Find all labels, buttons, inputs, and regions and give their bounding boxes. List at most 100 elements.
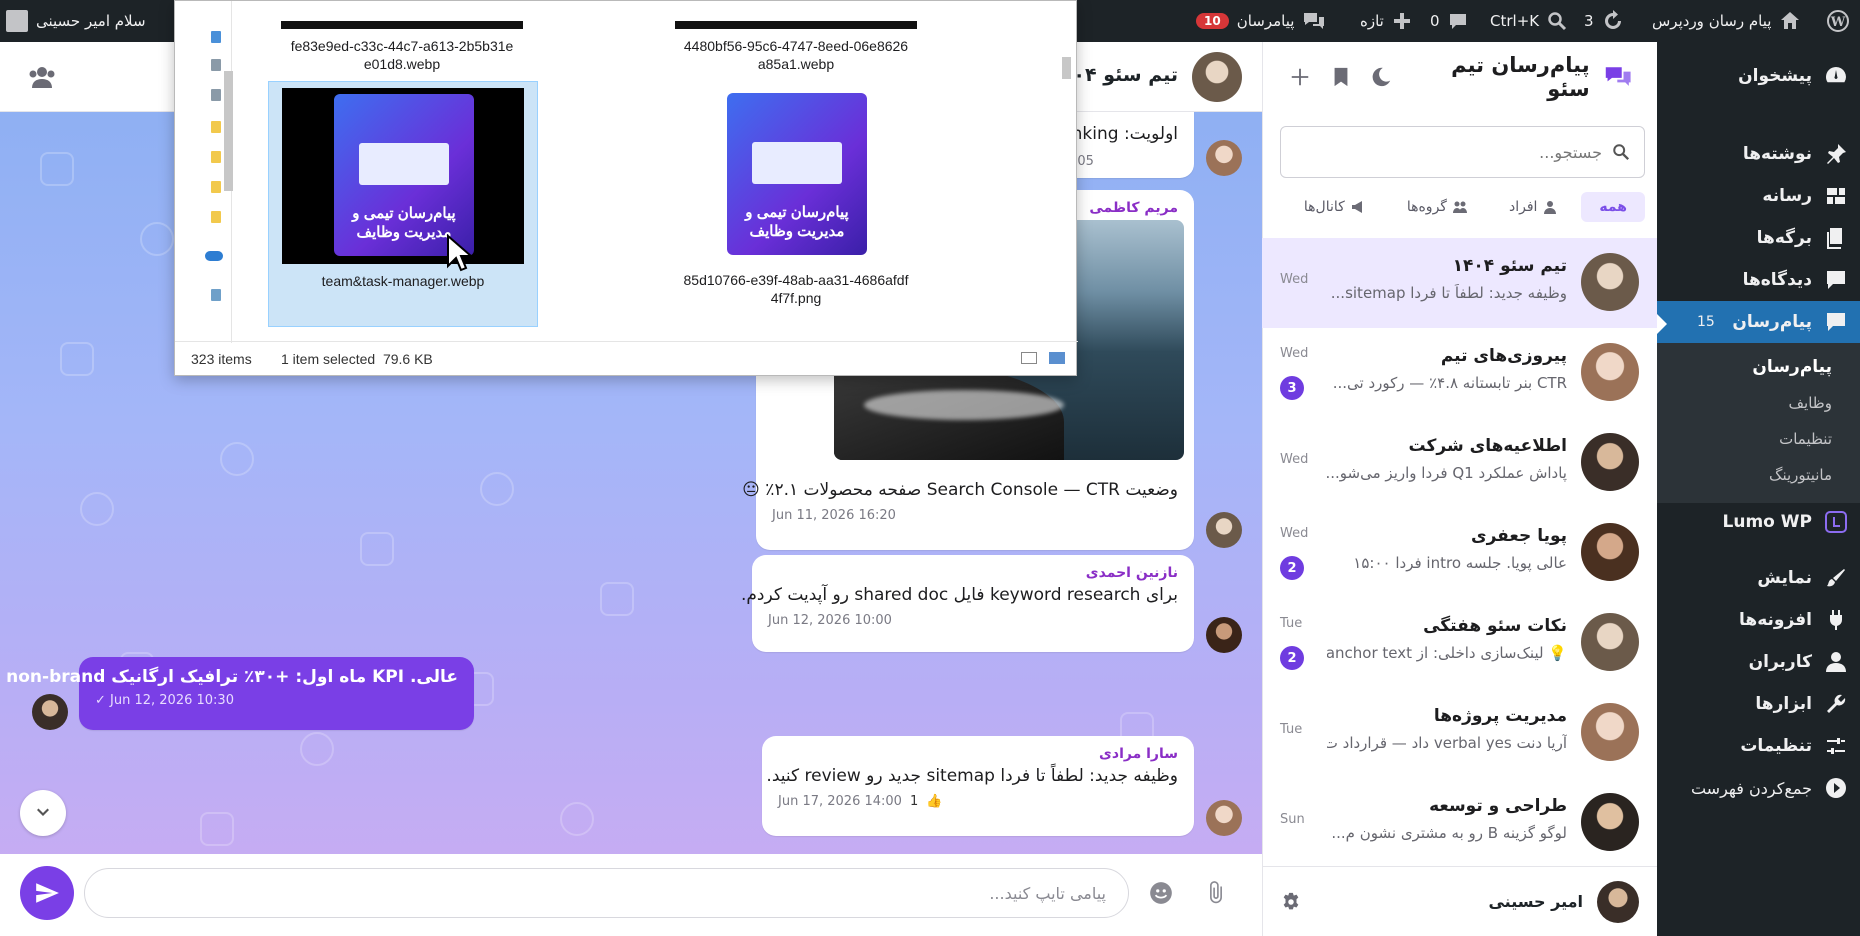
pin-icon [1827, 144, 1846, 164]
new-chat-button[interactable] [1287, 62, 1314, 92]
messenger-bar-item[interactable]: 10 پیامرسان [1196, 0, 1326, 42]
files-scrollbar[interactable] [1060, 23, 1074, 343]
file-thumbnail-partial [281, 21, 523, 29]
product-box-image: پیام‌رسان تیمی و مدیریت وظایف [334, 94, 474, 256]
gear-icon[interactable] [1280, 891, 1302, 913]
menu-tools[interactable]: ابزارها [1657, 683, 1860, 725]
chat-item[interactable]: پیروزی‌های تیم CTR بنر تابستانه ۴.۸٪ — ر… [1262, 328, 1657, 418]
composer-bar: پیامی تایپ کنید... [0, 854, 1262, 936]
menu-media[interactable]: رسانه [1657, 175, 1860, 217]
nav-scroll-thumb[interactable] [224, 71, 233, 191]
new-label: تازه [1360, 12, 1384, 30]
site-name-bar-item[interactable]: پیام رسان وردپرس [1652, 0, 1801, 42]
messenger-icon [1827, 313, 1845, 331]
comments-icon [1827, 271, 1845, 289]
avatar [1206, 617, 1242, 653]
tab-all[interactable]: همه [1581, 192, 1645, 222]
menu-messenger[interactable]: پیام‌رسان 15 [1657, 301, 1860, 343]
comments-bar-item[interactable]: 0 [1430, 0, 1468, 42]
message-input[interactable]: پیامی تایپ کنید... [84, 868, 1129, 918]
tab-channels[interactable]: کانال‌ها [1286, 192, 1383, 222]
attach-icon[interactable] [1203, 880, 1229, 906]
wordpress-logo[interactable]: W [1826, 0, 1850, 42]
menu-collapse[interactable]: جمع‌کردن فهرست [1657, 767, 1860, 809]
menu-comments[interactable]: دیدگاه‌ها [1657, 259, 1860, 301]
nav-scrollbar[interactable] [224, 23, 233, 335]
menu-settings[interactable]: تنظیمات [1657, 725, 1860, 767]
active-indicator [1657, 314, 1667, 334]
menu-users[interactable]: کاربران [1657, 641, 1860, 683]
menu-appearance[interactable]: نمایش [1657, 557, 1860, 599]
account-menu[interactable]: سلام امیر حسینی [6, 0, 146, 42]
my-message-bubble[interactable]: عالی. KPI ماه اول: +۳۰٪ ترافیک ارگانیک n… [6, 657, 474, 730]
tab-label: کانال‌ها [1303, 199, 1345, 215]
file-item-selected[interactable]: پیام‌رسان تیمی و مدیریت وظایف team&task-… [268, 81, 538, 327]
doodle-pattern [300, 732, 334, 766]
conversation-avatar[interactable] [1192, 52, 1242, 102]
file-item[interactable]: 4480bf56-95c6-4747-8eed-06e8626a85a1.web… [663, 37, 929, 73]
group-icon [1452, 201, 1467, 213]
folder-icon[interactable] [211, 151, 221, 163]
nav-item-icon[interactable] [211, 59, 221, 71]
doodle-pattern [480, 472, 514, 506]
menu-label: پیشخوان [1738, 66, 1812, 86]
menu-label: پیام‌رسان [1732, 312, 1812, 332]
folder-icon[interactable] [211, 121, 221, 133]
send-button[interactable] [20, 866, 74, 920]
chat-preview: لوگو گزینه B رو به مشتری نشون م... [1331, 824, 1567, 842]
search-icon [1613, 144, 1630, 161]
search-bar-item[interactable]: Ctrl+K [1490, 0, 1567, 42]
new-content-button[interactable]: تازه [1360, 0, 1412, 42]
file-item[interactable]: fe83e9ed-c33c-44c7-a613-2b5b31ee01d8.web… [269, 37, 535, 73]
filter-tabs: همه افراد گروه‌ها کانال‌ها [1280, 192, 1645, 226]
menu-posts[interactable]: نوشته‌ها [1657, 133, 1860, 175]
chat-item[interactable]: نکات سئو هفتگی 💡 لینک‌سازی داخلی: از anc… [1262, 598, 1657, 688]
menu-lumo[interactable]: Lumo WP [1657, 501, 1860, 543]
message-bubble[interactable]: نازنین احمدی برای keyword research فایل … [741, 555, 1194, 652]
nav-item-icon[interactable] [211, 31, 221, 43]
updates-bar-item[interactable]: 3 [1584, 0, 1624, 42]
greeting: سلام امیر حسینی [36, 12, 146, 30]
chat-item[interactable]: اطلاعیه‌های شرکت پاداش عملکرد Q1 فردا وا… [1262, 418, 1657, 508]
nav-item-icon[interactable] [211, 89, 221, 101]
chat-preview: پاداش عملکرد Q1 فردا واریز می‌شو... [1327, 464, 1567, 482]
chat-item[interactable]: مدیریت پروژه‌ها آریا دنت verbal yes داد … [1262, 688, 1657, 778]
files-scroll-thumb[interactable] [1062, 57, 1071, 79]
menu-pages[interactable]: برگه‌ها [1657, 217, 1860, 259]
chat-item[interactable]: تیم سئو ۱۴۰۴ وظیفه جدید: لطفاً تا فردا s… [1262, 238, 1657, 328]
file-thumbnail: پیام‌رسان تیمی و مدیریت وظایف [675, 87, 917, 263]
members-icon[interactable] [28, 64, 56, 90]
computer-icon[interactable] [211, 289, 221, 301]
wordpress-icon: W [1827, 10, 1849, 32]
scroll-down-button[interactable] [20, 790, 66, 836]
avatar[interactable] [1597, 880, 1639, 923]
cloud-icon[interactable] [205, 251, 223, 261]
menu-dashboard[interactable]: پیشخوان [1657, 55, 1860, 97]
person-icon [1544, 201, 1557, 214]
large-icons-view-icon[interactable] [1049, 352, 1065, 364]
avatar [1581, 703, 1639, 761]
search-input[interactable]: جستجو... [1280, 126, 1645, 178]
navigation-pane [175, 1, 233, 343]
reaction-thumbs-up[interactable]: 👍 [926, 794, 942, 809]
submenu-settings[interactable]: تنظیمات [1657, 421, 1860, 457]
folder-icon[interactable] [211, 211, 221, 223]
message-bubble[interactable]: سارا مرادی وظیفه جدید: لطفاً تا فردا sit… [762, 736, 1194, 836]
theme-toggle-button[interactable] [1368, 62, 1395, 92]
tab-groups[interactable]: گروه‌ها [1389, 192, 1485, 222]
chat-logo-icon [1605, 67, 1631, 86]
bookmarks-button[interactable] [1328, 62, 1355, 92]
menu-plugins[interactable]: افزونه‌ها [1657, 599, 1860, 641]
unread-badge: 3 [1280, 376, 1304, 400]
chat-item[interactable]: طراحی و توسعه لوگو گزینه B رو به مشتری ن… [1262, 778, 1657, 868]
details-view-icon[interactable] [1021, 352, 1037, 364]
tab-people[interactable]: افراد [1491, 192, 1575, 222]
chat-item[interactable]: پویا جعفری عالی پویا. جلسه intro فردا ۱۵… [1262, 508, 1657, 598]
submenu-monitoring[interactable]: مانیتورینگ [1657, 457, 1860, 493]
emoji-icon[interactable] [1148, 880, 1174, 906]
folder-icon[interactable] [211, 181, 221, 193]
moon-icon [1373, 67, 1391, 87]
file-item[interactable]: پیام‌رسان تیمی و مدیریت وظایف 85d10766-e… [663, 81, 929, 343]
submenu-messenger[interactable]: پیام‌رسان [1657, 349, 1860, 385]
submenu-tasks[interactable]: وظایف [1657, 385, 1860, 421]
